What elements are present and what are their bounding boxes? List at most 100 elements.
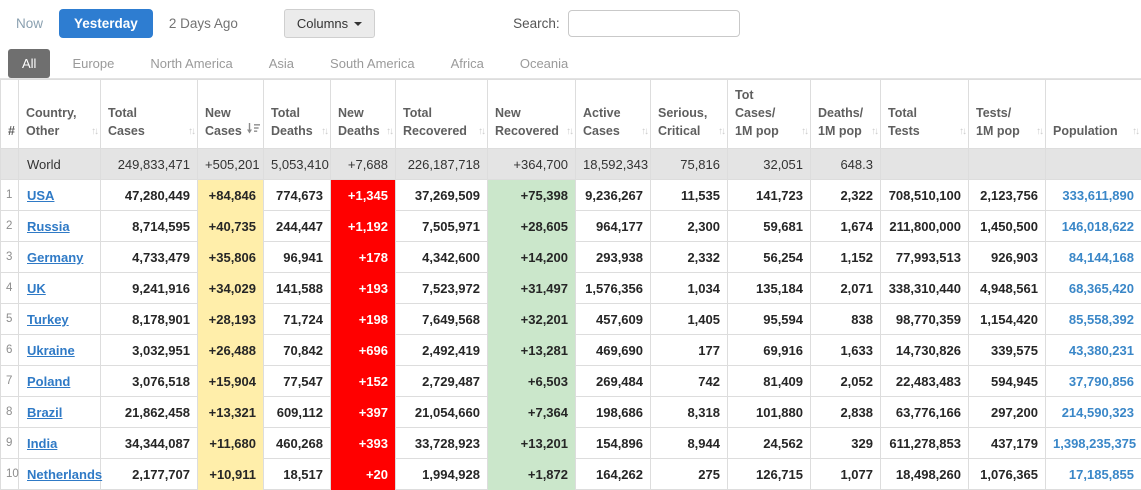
population-link[interactable]: 214,590,323 — [1062, 405, 1134, 420]
cell-tests_1m: 2,123,756 — [969, 180, 1046, 211]
cell-new_cases: +11,680 — [198, 428, 264, 459]
cell-tot_cases_1m: 95,594 — [728, 304, 811, 335]
cell-new_cases: +26,488 — [198, 335, 264, 366]
cell-population: 333,611,890 — [1046, 180, 1141, 211]
cell-new_recovered: +6,503 — [488, 366, 576, 397]
country-row: 6Ukraine3,032,951+26,48870,842+6962,492,… — [1, 335, 1141, 366]
cell-total_tests: 98,770,359 — [881, 304, 969, 335]
country-link[interactable]: Germany — [27, 250, 83, 265]
country-link[interactable]: USA — [27, 188, 54, 203]
cell-new_deaths: +393 — [331, 428, 396, 459]
population-link[interactable]: 146,018,622 — [1062, 219, 1134, 234]
col-header-country[interactable]: Country,Other↑↓ — [19, 80, 101, 149]
country-link[interactable]: UK — [27, 281, 46, 296]
cell-total_recovered: 7,505,971 — [396, 211, 488, 242]
cell-active_cases: 164,262 — [576, 459, 651, 490]
cell-new_cases: +13,321 — [198, 397, 264, 428]
population-link[interactable]: 17,185,855 — [1069, 467, 1134, 482]
col-header-new_recovered[interactable]: NewRecovered↑↓ — [488, 80, 576, 149]
cell-rank: 5 — [1, 304, 19, 335]
cell-population: 214,590,323 — [1046, 397, 1141, 428]
country-link[interactable]: Turkey — [27, 312, 69, 327]
cell-deaths_1m: 2,838 — [811, 397, 881, 428]
tab-oceania[interactable]: Oceania — [506, 49, 582, 78]
col-header-deaths_1m[interactable]: Deaths/1M pop↑↓ — [811, 80, 881, 149]
country-link[interactable]: Ukraine — [27, 343, 75, 358]
cell-active_cases: 469,690 — [576, 335, 651, 366]
cell-new_recovered: +28,605 — [488, 211, 576, 242]
time-filter-2-days-ago[interactable]: 2 Days Ago — [165, 10, 242, 37]
col-header-new_deaths[interactable]: NewDeaths↑↓ — [331, 80, 396, 149]
tab-europe[interactable]: Europe — [58, 49, 128, 78]
cell-country: USA — [19, 180, 101, 211]
sort-both-icon: ↑↓ — [321, 125, 327, 140]
cell-new_deaths: +152 — [331, 366, 396, 397]
cell-country: Ukraine — [19, 335, 101, 366]
cell-new_deaths: +178 — [331, 242, 396, 273]
population-link[interactable]: 43,380,231 — [1069, 343, 1134, 358]
cell-total_recovered: 37,269,509 — [396, 180, 488, 211]
col-header-total_deaths[interactable]: TotalDeaths↑↓ — [264, 80, 331, 149]
cell-total_recovered: 4,342,600 — [396, 242, 488, 273]
tab-asia[interactable]: Asia — [255, 49, 308, 78]
country-link[interactable]: India — [27, 436, 57, 451]
search-input[interactable] — [568, 10, 740, 37]
cell-tests_1m: 1,076,365 — [969, 459, 1046, 490]
cell-total_tests — [881, 149, 969, 180]
tab-south-america[interactable]: South America — [316, 49, 429, 78]
cell-active_cases: 18,592,343 — [576, 149, 651, 180]
cell-total_deaths: 71,724 — [264, 304, 331, 335]
col-header-population[interactable]: Population↑↓ — [1046, 80, 1141, 149]
col-header-tests_1m[interactable]: Tests/1M pop↑↓ — [969, 80, 1046, 149]
cell-total_recovered: 2,729,487 — [396, 366, 488, 397]
cell-total_tests: 338,310,440 — [881, 273, 969, 304]
cell-country: Russia — [19, 211, 101, 242]
population-link[interactable]: 333,611,890 — [1062, 188, 1134, 203]
time-filter-yesterday[interactable]: Yesterday — [59, 9, 153, 38]
cell-serious_critical: 11,535 — [651, 180, 728, 211]
col-header-serious_critical[interactable]: Serious,Critical↑↓ — [651, 80, 728, 149]
sort-both-icon: ↑↓ — [91, 125, 97, 140]
time-filter-now[interactable]: Now — [12, 10, 47, 37]
cell-tests_1m: 594,945 — [969, 366, 1046, 397]
country-link[interactable]: Brazil — [27, 405, 62, 420]
cell-new_deaths: +696 — [331, 335, 396, 366]
cell-country: Turkey — [19, 304, 101, 335]
population-link[interactable]: 84,144,168 — [1069, 250, 1134, 265]
country-link[interactable]: Russia — [27, 219, 70, 234]
cell-total_deaths: 460,268 — [264, 428, 331, 459]
cell-deaths_1m: 2,052 — [811, 366, 881, 397]
cell-new_recovered: +13,281 — [488, 335, 576, 366]
cell-active_cases: 198,686 — [576, 397, 651, 428]
col-header-total_cases[interactable]: TotalCases↑↓ — [101, 80, 198, 149]
tab-all[interactable]: All — [8, 49, 50, 78]
col-header-total_tests[interactable]: TotalTests↑↓ — [881, 80, 969, 149]
columns-dropdown-button[interactable]: Columns — [284, 9, 375, 38]
cell-active_cases: 269,484 — [576, 366, 651, 397]
cell-total_cases: 21,862,458 — [101, 397, 198, 428]
covid-stats-table: #Country,Other↑↓TotalCases↑↓NewCasesTota… — [0, 79, 1141, 490]
cell-total_cases: 47,280,449 — [101, 180, 198, 211]
population-link[interactable]: 37,790,856 — [1069, 374, 1134, 389]
col-header-total_recovered[interactable]: TotalRecovered↑↓ — [396, 80, 488, 149]
cell-active_cases: 9,236,267 — [576, 180, 651, 211]
sort-both-icon: ↑↓ — [1036, 125, 1042, 140]
population-link[interactable]: 85,558,392 — [1069, 312, 1134, 327]
col-header-new_cases[interactable]: NewCases — [198, 80, 264, 149]
col-header-active_cases[interactable]: ActiveCases↑↓ — [576, 80, 651, 149]
cell-active_cases: 1,576,356 — [576, 273, 651, 304]
tab-africa[interactable]: Africa — [437, 49, 498, 78]
tab-north-america[interactable]: North America — [136, 49, 246, 78]
cell-deaths_1m: 2,071 — [811, 273, 881, 304]
columns-button-label: Columns — [297, 16, 348, 31]
country-link[interactable]: Netherlands — [27, 467, 102, 482]
cell-serious_critical: 1,405 — [651, 304, 728, 335]
country-link[interactable]: Poland — [27, 374, 70, 389]
cell-new_cases: +28,193 — [198, 304, 264, 335]
cell-total_tests: 14,730,826 — [881, 335, 969, 366]
cell-serious_critical: 1,034 — [651, 273, 728, 304]
col-header-tot_cases_1m[interactable]: Tot Cases/1M pop↑↓ — [728, 80, 811, 149]
population-link[interactable]: 1,398,235,375 — [1053, 436, 1136, 451]
population-link[interactable]: 68,365,420 — [1069, 281, 1134, 296]
cell-tot_cases_1m: 141,723 — [728, 180, 811, 211]
